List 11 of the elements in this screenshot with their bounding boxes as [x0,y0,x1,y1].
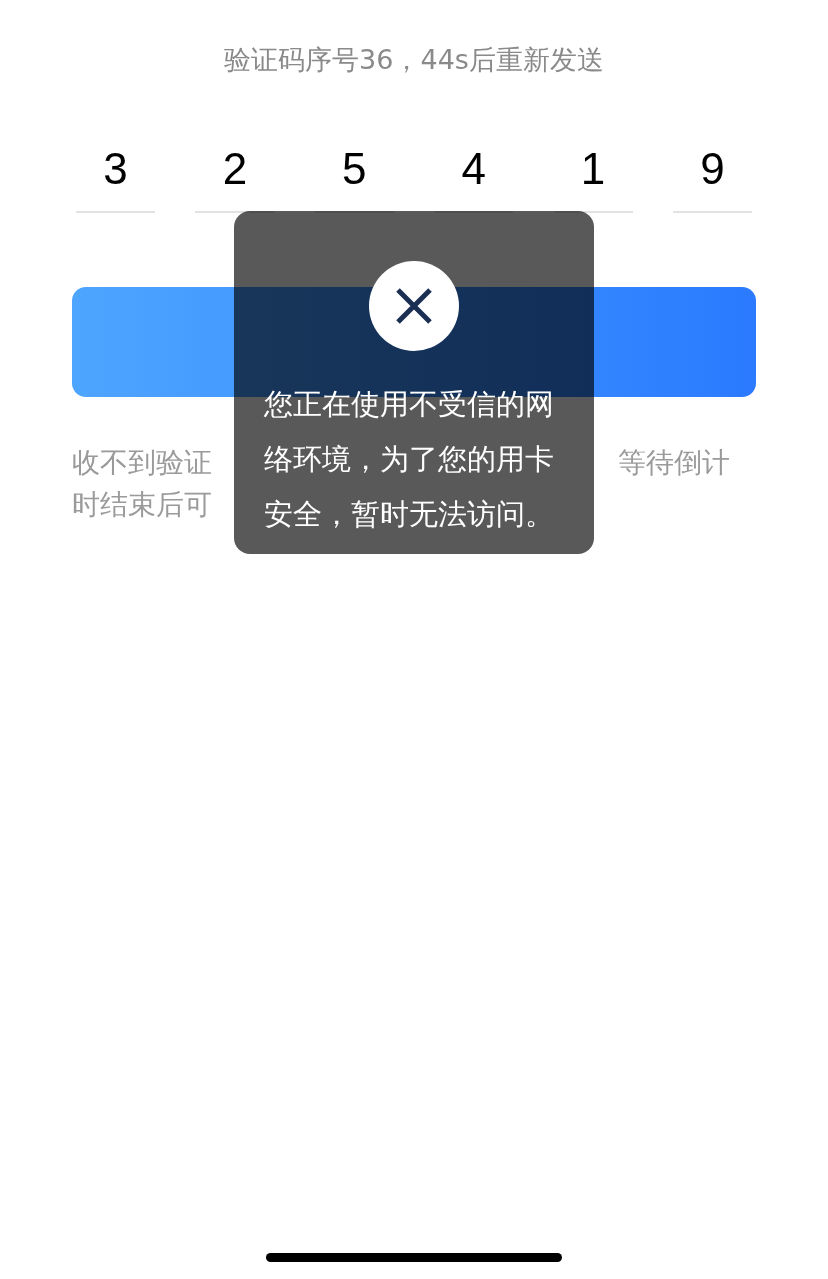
code-digit-field[interactable]: 5 [314,142,394,213]
toast-message: 您正在使用不受信的网络环境，为了您的用卡安全，暂时无法访问。 [264,386,555,533]
code-digit-field[interactable]: 2 [195,142,275,213]
help-text: 时结束后可 [72,486,212,523]
help-text: 等待倒计 [618,444,730,481]
help-text: 收不到验证 [72,444,212,481]
code-digit-field[interactable]: 9 [672,142,752,213]
code-digit-field[interactable]: 4 [434,142,514,213]
code-digit-field[interactable]: 3 [76,142,155,213]
code-digit-field[interactable]: 1 [553,142,633,213]
resend-notice: 验证码序号36，44s后重新发送 [224,43,604,77]
